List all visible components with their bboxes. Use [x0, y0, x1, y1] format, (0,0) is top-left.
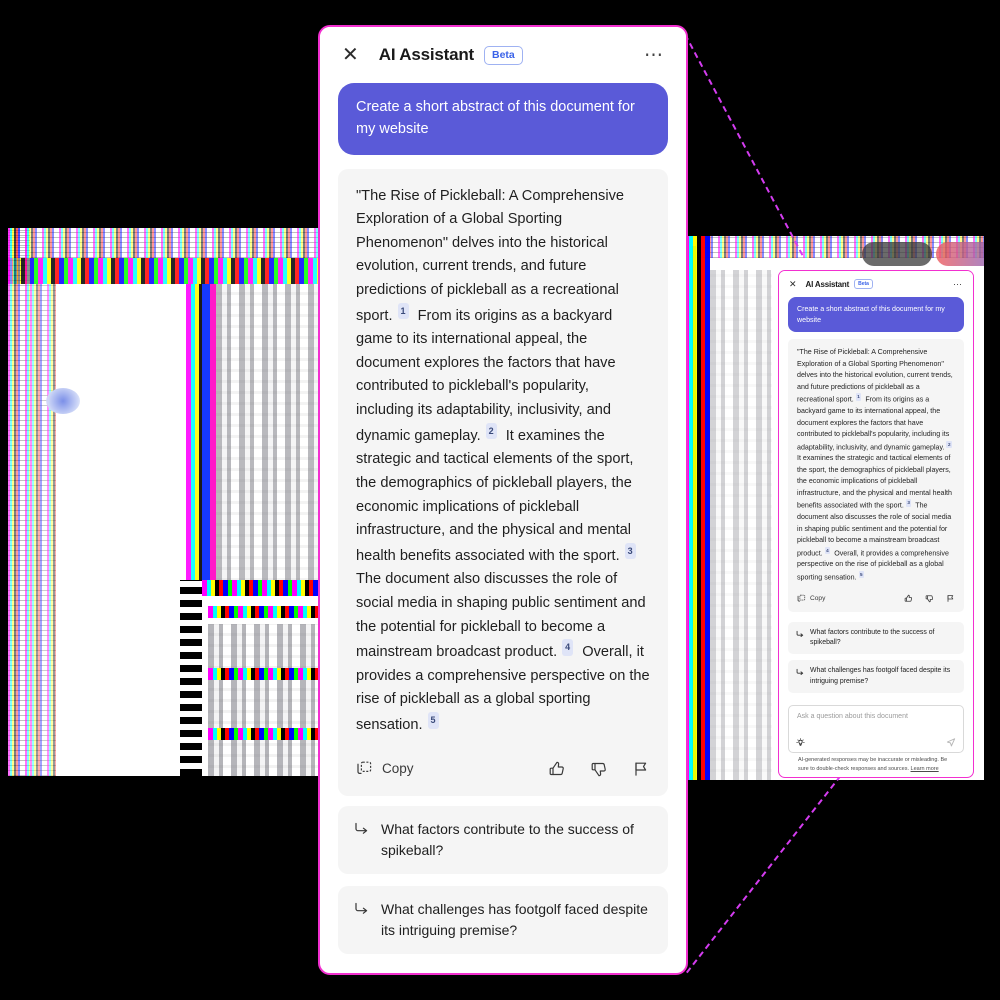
arrow-turn-down-right-icon: [354, 899, 369, 941]
citation-badge[interactable]: 4: [824, 546, 831, 555]
corruption-overlay: [30, 284, 56, 776]
citation-badge[interactable]: 2: [946, 440, 953, 448]
composer-area: Ask a question about this document AI-ge…: [320, 966, 686, 973]
assistant-answer-card: "The Rise of Pickleball: A Comprehensive…: [788, 339, 964, 612]
learn-more-link[interactable]: Learn more: [911, 766, 939, 772]
suggestion-text: What challenges has footgolf faced despi…: [381, 900, 648, 938]
arrow-turn-down-right-icon: [796, 666, 804, 687]
callout-line-top: [684, 34, 804, 256]
page-title: AI Assistant: [378, 45, 474, 64]
suggestion-chip[interactable]: What factors contribute to the success o…: [338, 805, 668, 874]
user-message: Create a short abstract of this document…: [788, 297, 964, 333]
copy-label: Copy: [810, 594, 826, 602]
citation-badge[interactable]: 3: [905, 499, 912, 507]
toolbar-pill-button[interactable]: [936, 242, 984, 266]
send-icon[interactable]: [946, 737, 956, 747]
suggestion-chip[interactable]: What factors contribute to the success o…: [788, 621, 964, 655]
answer-segment: It examines the strategic and tactical e…: [797, 454, 952, 510]
panel-header: ✕ AI Assistant Beta ⋯: [320, 27, 686, 83]
status-badge: Beta: [483, 45, 523, 65]
answer-actions: Copy: [797, 591, 955, 608]
disclaimer-text: AI-generated responses may be inaccurate…: [788, 753, 964, 774]
background-document-window-middle[interactable]: [180, 580, 328, 776]
assistant-answer-card: "The Rise of Pickleball: A Comprehensive…: [338, 168, 668, 796]
citation-badge[interactable]: 3: [624, 542, 636, 560]
corruption-overlay: [8, 258, 328, 284]
arrow-turn-down-right-icon: [354, 819, 369, 861]
screenshot-stage: ✕ AI Assistant Beta ⋯ Create a short abs…: [0, 0, 1000, 1000]
thumbs-up-icon[interactable]: [904, 594, 913, 603]
corruption-overlay: [208, 606, 324, 618]
corruption-overlay: [8, 228, 328, 258]
close-icon[interactable]: ✕: [342, 45, 359, 65]
page-title: AI Assistant: [805, 279, 850, 289]
copy-label: Copy: [382, 761, 414, 777]
thumbs-down-icon[interactable]: [590, 760, 608, 778]
close-icon[interactable]: ✕: [789, 279, 797, 289]
suggestion-chip[interactable]: What challenges has footgolf faced despi…: [338, 885, 668, 954]
citation-badge[interactable]: 5: [427, 712, 439, 729]
corruption-overlay: [202, 580, 328, 596]
document-text-noise: [710, 270, 772, 780]
thumbs-down-icon[interactable]: [925, 594, 934, 603]
composer-area: Ask a question about this document AI-ge…: [779, 699, 973, 777]
toolbar-pill-button[interactable]: [862, 242, 932, 266]
document-text-noise: [208, 624, 328, 776]
arrow-turn-down-right-icon: [796, 628, 804, 649]
copy-icon: [797, 594, 806, 603]
answer-segment: It examines the strategic and tactical e…: [356, 427, 634, 564]
status-badge: Beta: [854, 279, 873, 289]
citation-badge[interactable]: 4: [562, 639, 574, 656]
suggestion-text: What factors contribute to the success o…: [810, 628, 935, 647]
conversation-scroll-area: Create a short abstract of this document…: [779, 297, 973, 694]
citation-badge[interactable]: 1: [397, 302, 409, 320]
citation-badge[interactable]: 2: [485, 422, 497, 440]
suggested-questions: What factors contribute to the success o…: [338, 805, 668, 954]
suggestion-chip[interactable]: What challenges has footgolf faced despi…: [788, 660, 964, 694]
panel-header: ✕ AI Assistant Beta ⋯: [779, 271, 973, 297]
ai-assistant-panel[interactable]: ✕ AI Assistant Beta ⋯ Create a short abs…: [318, 25, 688, 975]
assistant-answer-text: "The Rise of Pickleball: A Comprehensive…: [797, 347, 955, 583]
suggested-questions: What factors contribute to the success o…: [788, 621, 964, 694]
question-input[interactable]: Ask a question about this document: [788, 705, 964, 754]
feedback-buttons: [904, 594, 955, 603]
user-message: Create a short abstract of this document…: [338, 83, 668, 155]
corruption-overlay: [8, 228, 30, 776]
suggestion-text: What challenges has footgolf faced despi…: [810, 667, 951, 685]
feedback-buttons: [548, 760, 650, 778]
ellipsis-icon[interactable]: ⋯: [644, 46, 664, 65]
ellipsis-icon[interactable]: ⋯: [953, 279, 963, 289]
copy-button[interactable]: Copy: [356, 760, 414, 777]
answer-segment: "The Rise of Pickleball: A Comprehensive…: [356, 187, 624, 324]
answer-actions: Copy: [356, 754, 650, 788]
copy-icon: [356, 760, 373, 777]
citation-badge[interactable]: 1: [855, 393, 862, 401]
corruption-overlay: [208, 668, 320, 680]
assistant-answer-text: "The Rise of Pickleball: A Comprehensive…: [356, 185, 650, 738]
avatar: [46, 388, 80, 414]
corruption-stripe: [180, 580, 202, 776]
corruption-overlay: [208, 728, 320, 740]
copy-button[interactable]: Copy: [797, 594, 825, 603]
conversation-scroll-area: Create a short abstract of this document…: [320, 83, 686, 954]
citation-badge[interactable]: 5: [858, 570, 865, 579]
ai-assistant-panel-thumbnail[interactable]: ✕ AI Assistant Beta ⋯ Create a short abs…: [778, 270, 974, 778]
lightbulb-icon[interactable]: [796, 738, 805, 747]
flag-icon[interactable]: [632, 760, 650, 778]
suggestion-text: What factors contribute to the success o…: [381, 820, 634, 858]
thumbs-up-icon[interactable]: [548, 760, 566, 778]
input-placeholder: Ask a question about this document: [797, 713, 908, 721]
callout-line-bottom: [686, 774, 842, 974]
flag-icon[interactable]: [946, 594, 955, 603]
